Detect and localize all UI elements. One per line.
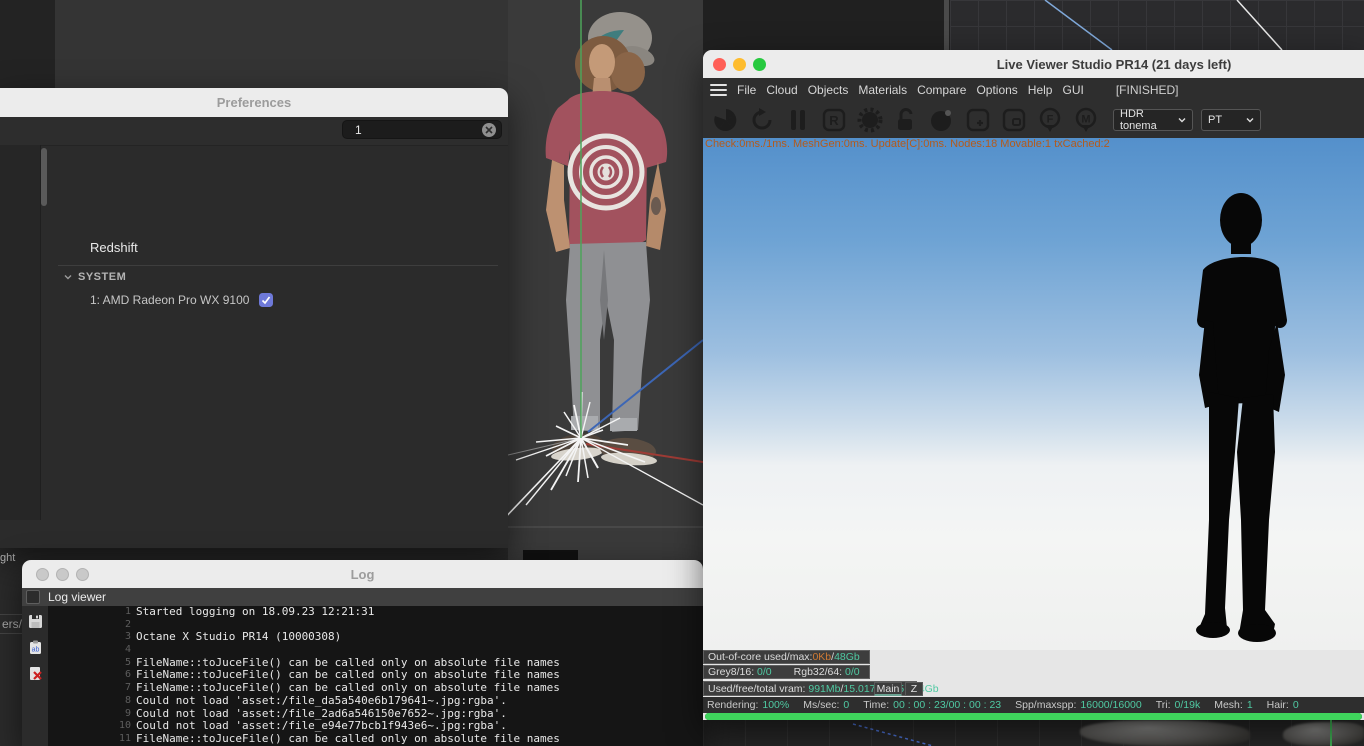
log-content[interactable]: 1 Started logging on 18.09.23 12:21:31 2 …: [48, 606, 703, 746]
log-line: Could not load 'asset:/file_e94e77bcb1f9…: [136, 719, 507, 733]
check-icon: [262, 296, 271, 305]
log-line: Octane X Studio PR14 (10000308): [136, 630, 342, 644]
material-pin-icon[interactable]: M: [1073, 107, 1099, 133]
background-viewport-bottom: [703, 720, 1364, 746]
render-silhouette-figure: [1196, 193, 1287, 642]
kernel-dropdown[interactable]: PT: [1201, 109, 1261, 131]
close-button[interactable]: [713, 57, 726, 71]
preferences-titlebar[interactable]: Preferences: [0, 88, 508, 117]
grid-viewport-lines: [1044, 0, 1283, 51]
character-model: [508, 0, 703, 560]
chevron-down-icon: [1178, 118, 1186, 123]
live-viewer-title: Live Viewer Studio PR14 (21 days left): [996, 56, 1232, 72]
gpu-device-label: 1: AMD Radeon Pro WX 9100: [90, 293, 250, 307]
menu-options[interactable]: Options: [976, 83, 1017, 97]
settings-gear-icon[interactable]: [857, 107, 883, 133]
render-status-label: [FINISHED]: [1115, 83, 1179, 97]
tab-z[interactable]: Z: [905, 682, 923, 696]
tonemap-dropdown-value: HDR tonema: [1120, 108, 1157, 132]
gpu-device-row: 1: AMD Radeon Pro WX 9100: [90, 293, 274, 307]
log-viewer-tab[interactable]: Log viewer: [48, 590, 106, 604]
live-viewer-toolbar: R F M HDR tonema PT: [703, 102, 1364, 138]
search-input[interactable]: [342, 120, 502, 139]
focus-pin-icon[interactable]: F: [1037, 107, 1063, 133]
hamburger-menu-icon[interactable]: [710, 84, 727, 96]
add-viewport-icon[interactable]: [965, 107, 991, 133]
sidebar-scrollbar[interactable]: [41, 148, 47, 206]
log-line: FileName::toJuceFile() can be called onl…: [136, 681, 560, 695]
gpu-device-checkbox[interactable]: [259, 293, 274, 307]
render-debug-overlay: Check:0ms./1ms. MeshGen:0ms. Update[C]:0…: [705, 138, 1110, 150]
menu-objects[interactable]: Objects: [808, 83, 849, 97]
desktop: ght Preferences 1 Redshift SYSTEM 1: AMD…: [0, 0, 1364, 746]
viewport-divider[interactable]: [944, 0, 949, 50]
log-tab-bar: Log viewer: [22, 588, 703, 606]
menu-cloud[interactable]: Cloud: [766, 83, 797, 97]
log-toolbar: ab: [22, 606, 48, 746]
region-render-icon[interactable]: R: [821, 107, 847, 133]
live-viewer-window: Live Viewer Studio PR14 (21 days left) F…: [703, 50, 1364, 720]
c4d-viewport[interactable]: [508, 0, 703, 560]
pause-render-icon[interactable]: [785, 107, 811, 133]
background-top-middle: [703, 0, 950, 50]
menu-help[interactable]: Help: [1028, 83, 1053, 97]
svg-text:M: M: [1081, 114, 1090, 126]
clear-log-icon[interactable]: [28, 666, 43, 681]
clear-search-icon[interactable]: [482, 123, 496, 137]
system-group-header[interactable]: SYSTEM: [64, 271, 126, 283]
menu-compare[interactable]: Compare: [917, 83, 966, 97]
render-view[interactable]: Check:0ms./1ms. MeshGen:0ms. Update[C]:0…: [703, 138, 1364, 650]
zoom-button[interactable]: [753, 57, 766, 71]
svg-text:R: R: [829, 113, 839, 128]
render-progress-fill: [705, 713, 1362, 720]
minimize-button[interactable]: [733, 57, 746, 71]
sub-window-icon[interactable]: [1001, 107, 1027, 133]
svg-text:ab: ab: [31, 647, 39, 654]
preferences-sidebar[interactable]: [0, 145, 41, 520]
chevron-down-icon: [1246, 118, 1254, 123]
log-line: FileName::toJuceFile() can be called onl…: [136, 731, 560, 745]
system-group-label: SYSTEM: [78, 271, 127, 283]
log-titlebar[interactable]: Log: [22, 560, 703, 588]
menu-materials[interactable]: Materials: [858, 83, 907, 97]
section-title: Redshift: [90, 240, 138, 255]
viewport-green-line: [1330, 720, 1332, 746]
svg-text:F: F: [1047, 114, 1054, 126]
save-log-icon[interactable]: [28, 614, 43, 629]
log-title: Log: [350, 566, 375, 582]
menu-gui[interactable]: GUI: [1062, 83, 1083, 97]
clipped-label: ght: [0, 552, 16, 564]
render-progress-bar: [705, 713, 1362, 720]
log-line: Could not load 'asset:/file_da5a540e6b17…: [136, 693, 507, 707]
tonemap-dropdown[interactable]: HDR tonema: [1113, 108, 1193, 132]
live-viewer-menubar: File Cloud Objects Materials Compare Opt…: [703, 78, 1364, 103]
divider: [58, 265, 498, 266]
grid-viewport[interactable]: [950, 0, 1364, 51]
octane-fan-icon[interactable]: [713, 107, 739, 133]
log-viewer-checkbox[interactable]: [26, 590, 40, 604]
menu-file[interactable]: File: [737, 83, 756, 97]
channels-stat: Grey8/16: 0/0 Rgb32/64: 0/0: [703, 665, 870, 679]
log-window: Log Log viewer ab 1 Started logging on 1…: [22, 560, 703, 746]
live-viewer-titlebar[interactable]: Live Viewer Studio PR14 (21 days left): [703, 50, 1364, 78]
render-status-bar: Rendering: 100% Ms/sec: 0 Time: 00 : 00 : 2…: [703, 697, 1364, 713]
out-of-core-stat: Out-of-core used/max: 0Kb/48Gb: [703, 650, 870, 664]
preferences-window: Preferences Redshift SYSTEM 1: AMD Radeo…: [0, 88, 508, 634]
kernel-dropdown-value: PT: [1208, 114, 1223, 126]
tab-main[interactable]: Main: [874, 682, 902, 696]
chevron-down-icon: [64, 275, 72, 280]
log-line: Started logging on 18.09.23 12:21:31: [136, 606, 375, 618]
render-ball-icon[interactable]: [929, 107, 955, 133]
preferences-title: Preferences: [216, 95, 292, 110]
restart-render-icon[interactable]: [749, 107, 775, 133]
copy-log-icon[interactable]: ab: [28, 640, 43, 655]
lock-icon[interactable]: [893, 107, 919, 133]
